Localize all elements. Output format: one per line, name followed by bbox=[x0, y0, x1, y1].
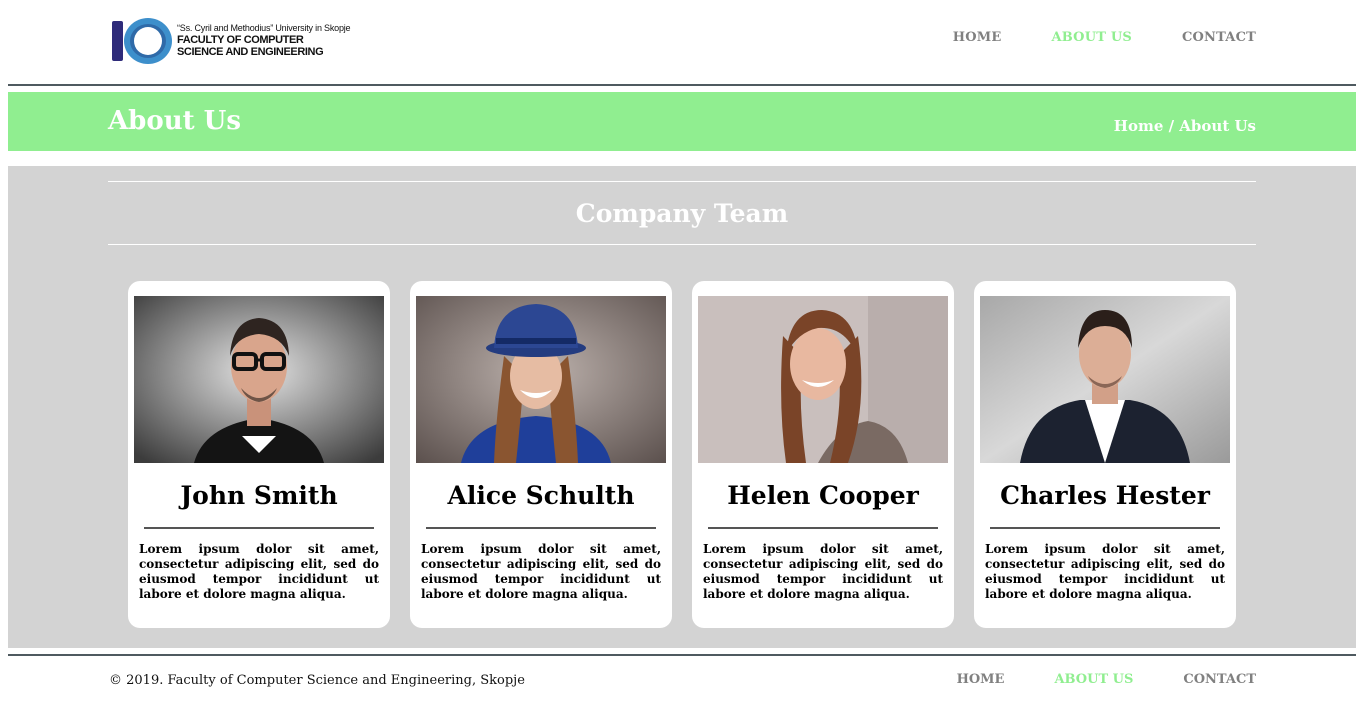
team-title-top-rule bbox=[108, 181, 1256, 182]
member-description: Lorem ipsum dolor sit amet, consectetur … bbox=[139, 542, 379, 601]
member-description: Lorem ipsum dolor sit amet, consectetur … bbox=[421, 542, 661, 601]
header: “Ss. Cyril and Methodius” University in … bbox=[0, 0, 1364, 84]
member-photo bbox=[416, 296, 666, 463]
logo-faculty-line2: SCIENCE AND ENGINEERING bbox=[177, 45, 324, 58]
breadcrumb[interactable]: Home / About Us bbox=[1114, 117, 1256, 135]
nav-home-link[interactable]: HOME bbox=[953, 30, 1002, 45]
member-photo bbox=[698, 296, 948, 463]
header-divider bbox=[8, 84, 1356, 86]
page-banner: About Us Home / About Us bbox=[8, 92, 1356, 151]
team-section: Company Team John Smith Lorem ipsum dolo… bbox=[8, 166, 1356, 648]
card-divider bbox=[144, 527, 374, 529]
copyright-text: © 2019. Faculty of Computer Science and … bbox=[109, 673, 525, 688]
member-name: John Smith bbox=[180, 481, 338, 510]
faculty-logo[interactable]: “Ss. Cyril and Methodius” University in … bbox=[112, 17, 372, 65]
footer-nav: HOME ABOUT US CONTACT bbox=[957, 672, 1256, 687]
card-divider bbox=[990, 527, 1220, 529]
team-card: Charles Hester Lorem ipsum dolor sit ame… bbox=[974, 281, 1236, 628]
team-card: John Smith Lorem ipsum dolor sit amet, c… bbox=[128, 281, 390, 628]
member-name: Helen Cooper bbox=[727, 481, 919, 510]
main-nav: HOME ABOUT US CONTACT bbox=[953, 30, 1256, 45]
page-title: About Us bbox=[108, 106, 241, 136]
member-description: Lorem ipsum dolor sit amet, consectetur … bbox=[985, 542, 1225, 601]
logo-mark-icon bbox=[112, 18, 174, 64]
footer-nav-contact-link[interactable]: CONTACT bbox=[1183, 672, 1256, 687]
team-title-bottom-rule bbox=[108, 244, 1256, 245]
logo-text: “Ss. Cyril and Methodius” University in … bbox=[177, 22, 351, 58]
footer-nav-home-link[interactable]: HOME bbox=[957, 672, 1005, 687]
member-description: Lorem ipsum dolor sit amet, consectetur … bbox=[703, 542, 943, 601]
member-name: Alice Schulth bbox=[447, 481, 635, 510]
team-card: Helen Cooper Lorem ipsum dolor sit amet,… bbox=[692, 281, 954, 628]
footer-nav-about-link[interactable]: ABOUT US bbox=[1054, 672, 1133, 687]
member-photo bbox=[980, 296, 1230, 463]
nav-contact-link[interactable]: CONTACT bbox=[1182, 30, 1256, 45]
team-card: Alice Schulth Lorem ipsum dolor sit amet… bbox=[410, 281, 672, 628]
card-divider bbox=[708, 527, 938, 529]
card-divider bbox=[426, 527, 656, 529]
nav-about-link[interactable]: ABOUT US bbox=[1051, 30, 1132, 45]
team-title: Company Team bbox=[575, 199, 789, 228]
logo-university-name: “Ss. Cyril and Methodius” University in … bbox=[177, 22, 351, 33]
member-photo bbox=[134, 296, 384, 463]
member-name: Charles Hester bbox=[1000, 481, 1210, 510]
logo-faculty-line1: FACULTY OF COMPUTER bbox=[177, 33, 304, 46]
footer-divider bbox=[8, 654, 1356, 656]
